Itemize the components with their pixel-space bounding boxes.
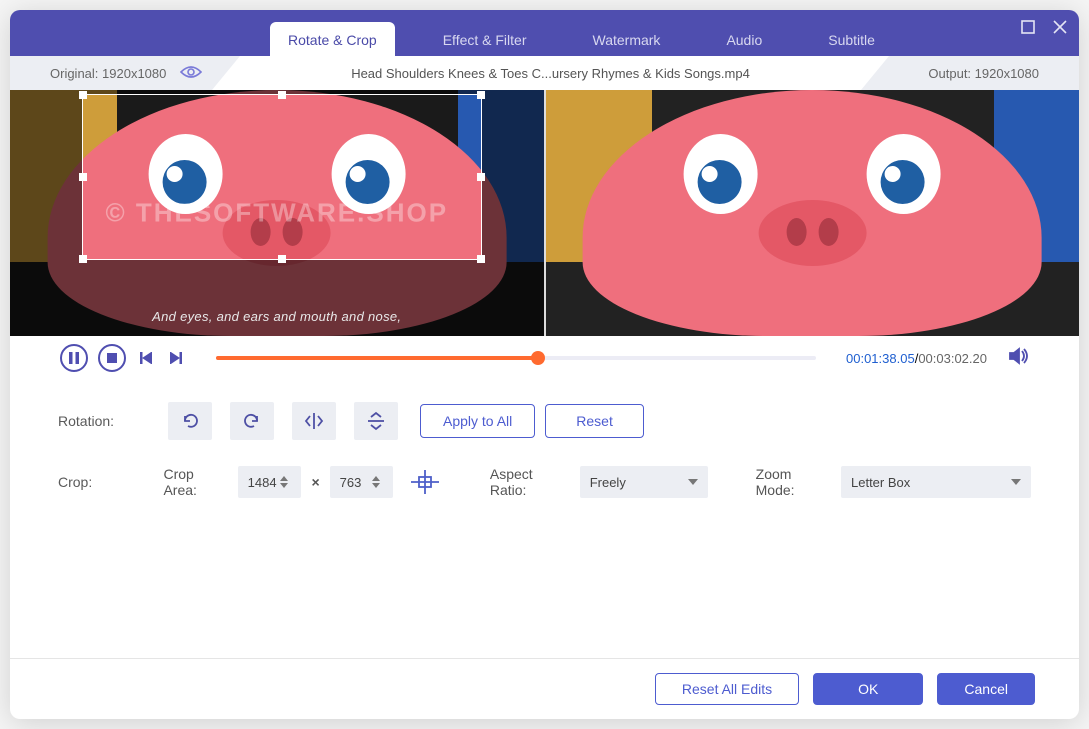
aspect-ratio-dropdown[interactable]: Freely — [580, 466, 708, 498]
stop-button[interactable] — [98, 344, 126, 372]
crop-height-input[interactable] — [340, 475, 372, 490]
cancel-button[interactable]: Cancel — [937, 673, 1035, 705]
next-frame-button[interactable] — [166, 344, 186, 372]
apply-to-all-button[interactable]: Apply to All — [420, 404, 535, 438]
crop-width-stepper[interactable] — [238, 466, 302, 498]
tab-subtitle[interactable]: Subtitle — [810, 22, 893, 56]
ok-button[interactable]: OK — [813, 673, 923, 705]
tabs: Rotate & Crop Effect & Filter Watermark … — [270, 10, 893, 56]
tab-audio[interactable]: Audio — [708, 22, 780, 56]
crop-width-arrows[interactable] — [280, 476, 294, 488]
rotate-left-button[interactable] — [168, 402, 212, 440]
titlebar: Rotate & Crop Effect & Filter Watermark … — [10, 10, 1079, 56]
zoom-mode-label: Zoom Mode: — [756, 466, 831, 498]
preview-output — [544, 90, 1080, 336]
editor-window: Rotate & Crop Effect & Filter Watermark … — [10, 10, 1079, 719]
tab-watermark[interactable]: Watermark — [575, 22, 679, 56]
controls-panel: Rotation: Apply to All Reset Crop: Crop … — [10, 380, 1079, 658]
crop-frame[interactable] — [82, 94, 482, 260]
maximize-icon[interactable] — [1019, 18, 1037, 36]
rotation-label: Rotation: — [58, 413, 168, 429]
multiply-sign: × — [311, 474, 319, 490]
crop-width-input[interactable] — [248, 475, 280, 490]
tab-effect-filter[interactable]: Effect & Filter — [425, 22, 545, 56]
crop-area-label: Crop Area: — [163, 466, 227, 498]
aspect-ratio-label: Aspect Ratio: — [490, 466, 570, 498]
time-display: 00:01:38.05/00:03:02.20 — [846, 351, 987, 366]
chevron-down-icon — [688, 479, 698, 485]
file-title: Head Shoulders Knees & Toes C...ursery R… — [240, 66, 861, 81]
playbar: 00:01:38.05/00:03:02.20 — [10, 336, 1079, 380]
pause-button[interactable] — [60, 344, 88, 372]
footer: Reset All Edits OK Cancel — [10, 658, 1079, 719]
rotation-row: Rotation: Apply to All Reset — [58, 402, 1031, 440]
window-controls — [1019, 18, 1069, 36]
seek-slider[interactable] — [216, 356, 816, 360]
original-label: Original: 1920x1080 — [50, 66, 166, 81]
crop-height-arrows[interactable] — [372, 476, 386, 488]
zoom-mode-dropdown[interactable]: Letter Box — [841, 466, 1031, 498]
preview-source[interactable]: And eyes, and ears and mouth and nose, ©… — [10, 90, 544, 336]
infobar: Original: 1920x1080 Head Shoulders Knees… — [10, 56, 1079, 90]
center-crop-icon[interactable] — [407, 466, 442, 498]
flip-vertical-button[interactable] — [354, 402, 398, 440]
volume-icon[interactable] — [1009, 347, 1029, 370]
crop-row: Crop: Crop Area: × Aspect Ratio: Freely … — [58, 466, 1031, 498]
crop-height-stepper[interactable] — [330, 466, 394, 498]
rotate-right-button[interactable] — [230, 402, 274, 440]
subtitle-text: And eyes, and ears and mouth and nose, — [10, 309, 544, 324]
prev-frame-button[interactable] — [136, 344, 156, 372]
close-icon[interactable] — [1051, 18, 1069, 36]
original-dimensions: Original: 1920x1080 — [10, 56, 240, 90]
preview-row: And eyes, and ears and mouth and nose, ©… — [10, 90, 1079, 336]
flip-horizontal-button[interactable] — [292, 402, 336, 440]
crop-label: Crop: — [58, 474, 163, 490]
eye-icon[interactable] — [180, 65, 202, 82]
tab-rotate-crop[interactable]: Rotate & Crop — [270, 22, 395, 56]
chevron-down-icon — [1011, 479, 1021, 485]
reset-all-edits-button[interactable]: Reset All Edits — [655, 673, 799, 705]
output-dimensions: Output: 1920x1080 — [861, 56, 1079, 90]
reset-button[interactable]: Reset — [545, 404, 644, 438]
output-video-frame — [546, 90, 1080, 336]
